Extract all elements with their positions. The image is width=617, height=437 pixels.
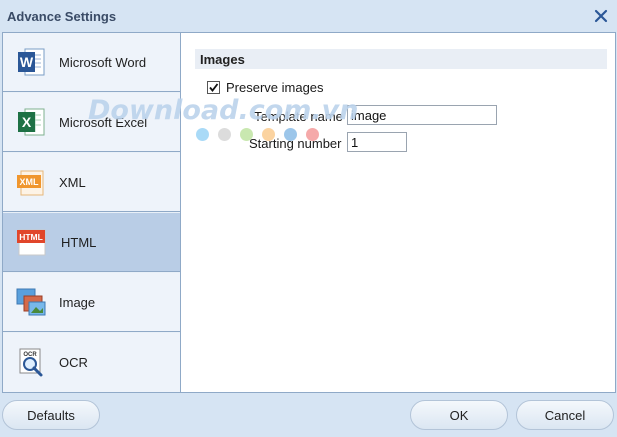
window-title: Advance Settings xyxy=(7,9,117,24)
sidebar-item-label: Image xyxy=(59,294,96,310)
advance-settings-window: Advance Settings W Microsoft Word X Micr… xyxy=(0,0,617,437)
image-icon xyxy=(16,288,46,316)
preserve-images-label: Preserve images xyxy=(226,80,324,95)
close-icon xyxy=(594,9,608,23)
sidebar-item-label: XML xyxy=(59,174,86,190)
html-settings-content: Images Preserve images Template name Sta… xyxy=(181,33,615,392)
sidebar-item-xml[interactable]: XML XML xyxy=(3,153,180,212)
cancel-button[interactable]: Cancel xyxy=(516,400,614,430)
sidebar-item-image[interactable]: Image xyxy=(3,273,180,332)
close-button[interactable] xyxy=(591,6,611,26)
sidebar-item-microsoft-word[interactable]: W Microsoft Word xyxy=(3,33,180,92)
starting-number-input[interactable] xyxy=(347,132,407,152)
sidebar-item-ocr[interactable]: OCR OCR xyxy=(3,333,180,392)
svg-text:HTML: HTML xyxy=(19,232,43,242)
svg-text:XML: XML xyxy=(20,177,40,187)
xml-icon: XML xyxy=(17,170,44,196)
title-bar: Advance Settings xyxy=(0,0,617,32)
checkmark-icon xyxy=(209,83,219,92)
ok-button[interactable]: OK xyxy=(410,400,508,430)
section-header-images: Images xyxy=(195,49,607,69)
ocr-icon: OCR xyxy=(19,348,43,377)
html-icon: HTML xyxy=(17,229,46,256)
sidebar-item-label: HTML xyxy=(61,234,97,250)
svg-text:X: X xyxy=(22,114,32,130)
sidebar: W Microsoft Word X Microsoft Excel XML X… xyxy=(3,33,181,392)
template-name-label: Template name xyxy=(254,109,343,124)
defaults-button[interactable]: Defaults xyxy=(2,400,100,430)
word-icon: W xyxy=(18,48,45,76)
starting-number-label: Starting number xyxy=(249,136,342,151)
preserve-images-checkbox[interactable] xyxy=(207,81,220,94)
svg-text:W: W xyxy=(20,54,34,70)
section-title: Images xyxy=(200,52,245,67)
sidebar-item-html[interactable]: HTML HTML xyxy=(3,213,180,272)
sidebar-item-microsoft-excel[interactable]: X Microsoft Excel xyxy=(3,93,180,152)
excel-icon: X xyxy=(18,108,45,136)
template-name-input[interactable] xyxy=(347,105,497,125)
sidebar-item-label: OCR xyxy=(59,355,88,370)
settings-panel: W Microsoft Word X Microsoft Excel XML X… xyxy=(2,32,616,393)
sidebar-item-label: Microsoft Word xyxy=(59,54,147,70)
sidebar-item-label: Microsoft Excel xyxy=(59,114,148,130)
